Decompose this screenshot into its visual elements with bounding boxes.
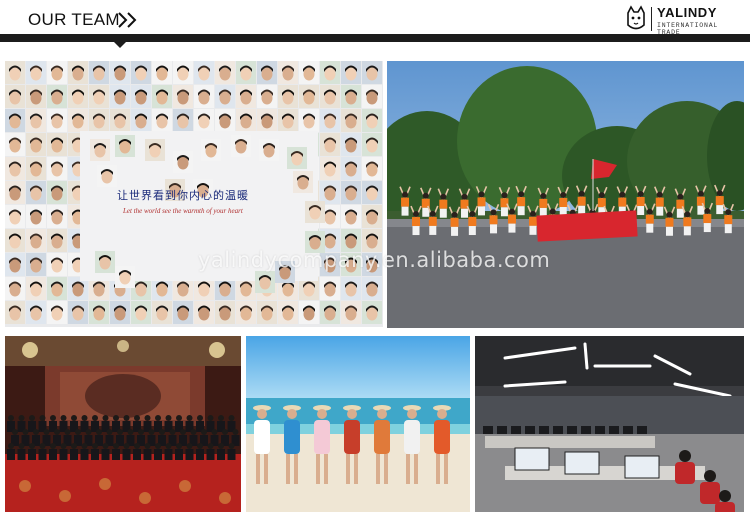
monitor <box>564 451 600 475</box>
team-banner <box>536 210 638 242</box>
monitor <box>609 426 619 434</box>
outdoor-team-photo <box>387 61 744 328</box>
person <box>112 443 120 460</box>
slogan-english: Let the world see the warmth of your hea… <box>123 207 243 215</box>
monitor <box>553 426 563 434</box>
face-tile <box>305 201 325 223</box>
person <box>70 443 78 460</box>
beach-team-photo <box>246 336 470 512</box>
face-tile <box>95 251 115 273</box>
face-tile <box>90 139 110 161</box>
face-tile <box>255 271 275 293</box>
section-title: OUR TEAM <box>28 10 120 29</box>
person <box>217 443 225 460</box>
person <box>164 443 173 460</box>
beach-scene <box>246 336 470 512</box>
person <box>143 443 152 460</box>
watermark-text: yalindycompany.en.alibaba.com <box>198 248 551 272</box>
monitor <box>483 426 493 434</box>
person <box>122 443 131 460</box>
monitor <box>567 426 577 434</box>
person <box>17 443 26 460</box>
monitor <box>624 455 660 479</box>
face-tile <box>145 139 165 161</box>
cat-logo-icon <box>627 5 645 30</box>
team-face-mosaic-photo: 让世界看到你内心的温暖 Let the world see the warmth… <box>5 61 383 327</box>
person <box>154 443 162 460</box>
person <box>59 443 68 460</box>
monitor <box>539 426 549 434</box>
brand-divider <box>651 7 652 31</box>
monitor <box>581 426 591 434</box>
brand-name: YALINDY <box>657 5 718 20</box>
monitor <box>525 426 535 434</box>
person <box>28 443 36 460</box>
person <box>175 443 183 460</box>
face-tile <box>293 171 313 193</box>
monitor <box>637 426 647 434</box>
office-scene <box>475 336 744 512</box>
person <box>185 443 194 460</box>
page-header: OUR TEAM YALINDY INTERNATIONAL TRADE <box>0 0 750 48</box>
face-tile <box>201 139 221 161</box>
monitor <box>514 447 550 471</box>
double-chevron-right-icon <box>118 12 137 28</box>
person <box>49 443 57 460</box>
header-rule-notch <box>113 41 127 48</box>
face-tile <box>97 165 117 187</box>
monitor <box>511 426 521 434</box>
face-tile <box>173 151 193 173</box>
person <box>133 443 141 460</box>
person <box>227 443 236 460</box>
face-tile <box>231 135 251 157</box>
office-team-photo <box>475 336 744 512</box>
person <box>7 443 15 460</box>
ballroom-scene <box>5 336 241 512</box>
ballroom-team-photo <box>5 336 241 512</box>
brand-logo-block: YALINDY INTERNATIONAL TRADE <box>625 5 745 37</box>
person <box>38 443 47 460</box>
monitor <box>595 426 605 434</box>
monitor <box>623 426 633 434</box>
face-tile <box>115 135 135 157</box>
monitor <box>497 426 507 434</box>
person <box>91 443 99 460</box>
person <box>101 443 110 460</box>
outdoor-scene <box>387 61 744 328</box>
face-tile <box>259 139 279 161</box>
person <box>196 443 204 460</box>
person <box>80 443 89 460</box>
person <box>206 443 215 460</box>
slogan-chinese: 让世界看到你内心的温暖 <box>117 189 249 202</box>
face-tile <box>287 147 307 169</box>
face-tile <box>115 266 135 288</box>
